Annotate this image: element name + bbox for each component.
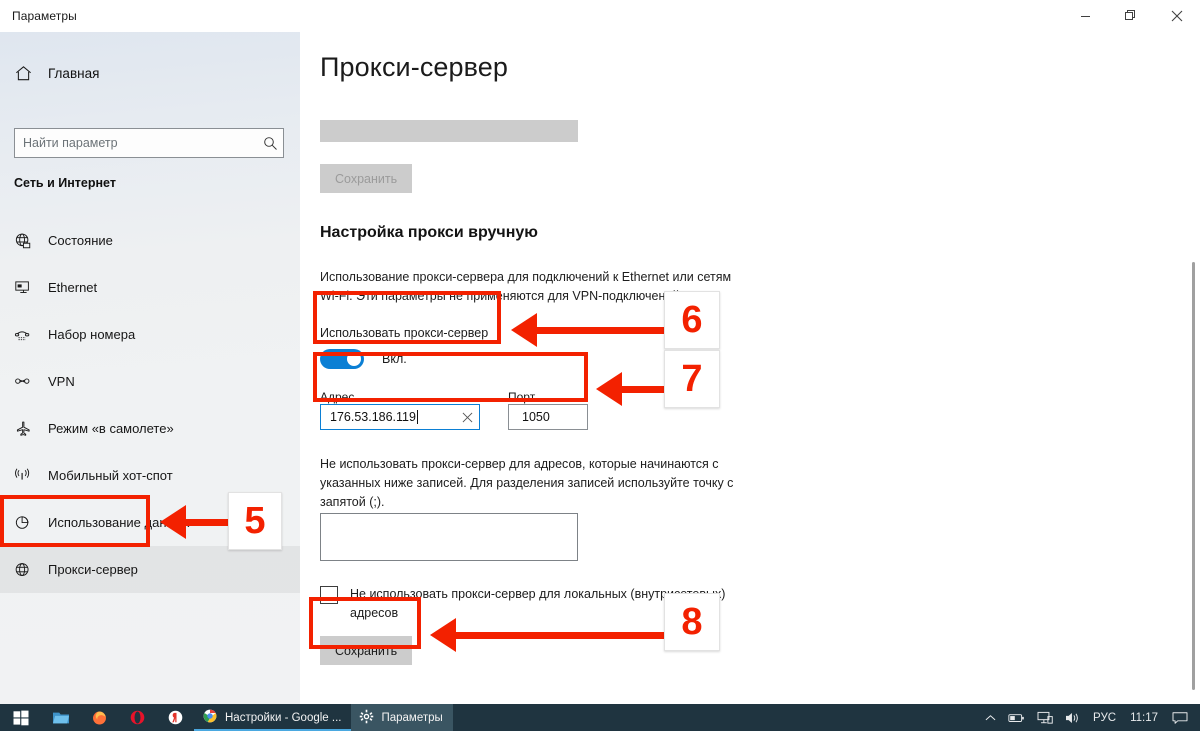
exceptions-description: Не использовать прокси-сервер для адресо… bbox=[320, 457, 734, 509]
sidebar-item-label: Прокси-сервер bbox=[48, 562, 138, 577]
hotspot-icon bbox=[14, 467, 46, 485]
manual-setup-heading: Настройка прокси вручную bbox=[320, 224, 538, 241]
arrow-head-icon bbox=[430, 618, 456, 652]
firefox-icon[interactable] bbox=[80, 704, 118, 731]
taskbar-task-settings[interactable]: Параметры bbox=[351, 704, 453, 731]
sidebar-item-ethernet[interactable]: Ethernet bbox=[0, 264, 300, 311]
window-titlebar: Параметры bbox=[0, 0, 1200, 32]
text-caret bbox=[416, 410, 418, 424]
save-button-top[interactable]: Сохранить bbox=[320, 164, 413, 193]
arrow-head-icon bbox=[511, 313, 537, 347]
sidebar-item-label: VPN bbox=[48, 374, 75, 389]
taskbar: Настройки - Google ... Параметры РУС 11:… bbox=[0, 704, 1200, 731]
exceptions-input[interactable] bbox=[320, 513, 578, 561]
home-icon bbox=[14, 64, 44, 83]
taskbar-task-label: Параметры bbox=[381, 711, 443, 724]
gear-icon bbox=[359, 709, 374, 727]
sidebar-item-label: Ethernet bbox=[48, 280, 98, 295]
opera-icon[interactable] bbox=[118, 704, 156, 731]
annotation-number-8: 8 bbox=[664, 593, 720, 651]
annotation-box-6 bbox=[313, 291, 501, 344]
sidebar-item-label: Мобильный хот-спот bbox=[48, 468, 173, 483]
chrome-icon bbox=[202, 708, 218, 727]
close-button[interactable] bbox=[1154, 0, 1200, 32]
window-title: Параметры bbox=[12, 9, 77, 23]
volume-icon[interactable] bbox=[1059, 704, 1087, 731]
clear-icon[interactable] bbox=[455, 412, 479, 423]
window-controls bbox=[1062, 0, 1200, 32]
taskbar-task-label: Настройки - Google ... bbox=[225, 711, 342, 724]
sidebar-item-vpn[interactable]: VPN bbox=[0, 358, 300, 405]
globe-proxy-icon bbox=[14, 561, 46, 579]
address-input[interactable]: 176.53.186.119 bbox=[320, 404, 480, 430]
battery-icon[interactable] bbox=[1002, 704, 1031, 731]
language-indicator[interactable]: РУС bbox=[1087, 704, 1122, 731]
port-value: 1050 bbox=[522, 410, 550, 424]
content-scrollbar[interactable] bbox=[1192, 262, 1195, 690]
annotation-box-7 bbox=[313, 352, 588, 402]
yandex-browser-icon[interactable] bbox=[156, 704, 194, 731]
sidebar-item-label: Состояние bbox=[48, 233, 113, 248]
sidebar-item-home[interactable]: Главная bbox=[0, 53, 300, 93]
arrow-head-icon bbox=[596, 372, 622, 406]
annotation-number-5: 5 bbox=[228, 492, 282, 550]
network-icon[interactable] bbox=[1031, 704, 1059, 731]
settings-window: Параметры Главная Найти параметр Сеть и … bbox=[0, 0, 1200, 731]
sidebar-home-label: Главная bbox=[48, 65, 100, 81]
annotation-number-7: 7 bbox=[664, 350, 720, 408]
file-explorer-icon[interactable] bbox=[42, 704, 80, 731]
annotation-arrow-7 bbox=[596, 372, 666, 406]
annotation-box-5 bbox=[0, 495, 150, 547]
globe-status-icon bbox=[14, 232, 46, 250]
minimize-button[interactable] bbox=[1062, 0, 1108, 32]
system-tray: РУС 11:17 bbox=[979, 704, 1200, 731]
search-box[interactable] bbox=[14, 128, 284, 158]
sidebar-item-airplane-mode[interactable]: Режим «в самолете» bbox=[0, 405, 300, 452]
arrow-line bbox=[186, 518, 230, 526]
restore-button[interactable] bbox=[1108, 0, 1154, 32]
start-button[interactable] bbox=[0, 704, 42, 731]
arrow-head-icon bbox=[160, 505, 186, 539]
annotation-arrow-6 bbox=[511, 313, 666, 347]
arrow-line bbox=[622, 385, 666, 393]
sidebar-section-title: Сеть и Интернет bbox=[14, 176, 116, 190]
taskbar-task-chrome[interactable]: Настройки - Google ... bbox=[194, 704, 352, 731]
settings-sidebar: Главная Сеть и Интернет bbox=[0, 32, 300, 704]
search-icon[interactable] bbox=[257, 136, 283, 151]
annotation-arrow-8 bbox=[430, 618, 665, 652]
annotation-box-8 bbox=[309, 597, 421, 649]
notifications-icon[interactable] bbox=[1166, 704, 1194, 731]
arrow-line bbox=[537, 326, 666, 334]
disabled-auto-setup-field bbox=[320, 120, 578, 142]
annotation-arrow-5 bbox=[160, 505, 230, 539]
annotation-number-6: 6 bbox=[664, 291, 720, 349]
show-hidden-icons-button[interactable] bbox=[979, 704, 1002, 731]
vpn-icon bbox=[14, 373, 46, 391]
ethernet-icon bbox=[14, 279, 46, 297]
sidebar-item-status[interactable]: Состояние bbox=[0, 217, 300, 264]
address-value: 176.53.186.119 bbox=[330, 410, 416, 424]
arrow-line bbox=[456, 631, 665, 639]
sidebar-item-dialup[interactable]: Набор номера bbox=[0, 311, 300, 358]
page-title: Прокси-сервер bbox=[320, 52, 509, 82]
dialup-phone-icon bbox=[14, 326, 46, 344]
sidebar-item-proxy[interactable]: Прокси-сервер bbox=[0, 546, 300, 593]
clock[interactable]: 11:17 bbox=[1122, 712, 1166, 724]
airplane-icon bbox=[14, 420, 46, 438]
port-input[interactable]: 1050 bbox=[508, 404, 588, 430]
sidebar-item-label: Набор номера bbox=[48, 327, 136, 342]
search-input[interactable] bbox=[15, 136, 257, 150]
sidebar-item-label: Режим «в самолете» bbox=[48, 421, 174, 436]
